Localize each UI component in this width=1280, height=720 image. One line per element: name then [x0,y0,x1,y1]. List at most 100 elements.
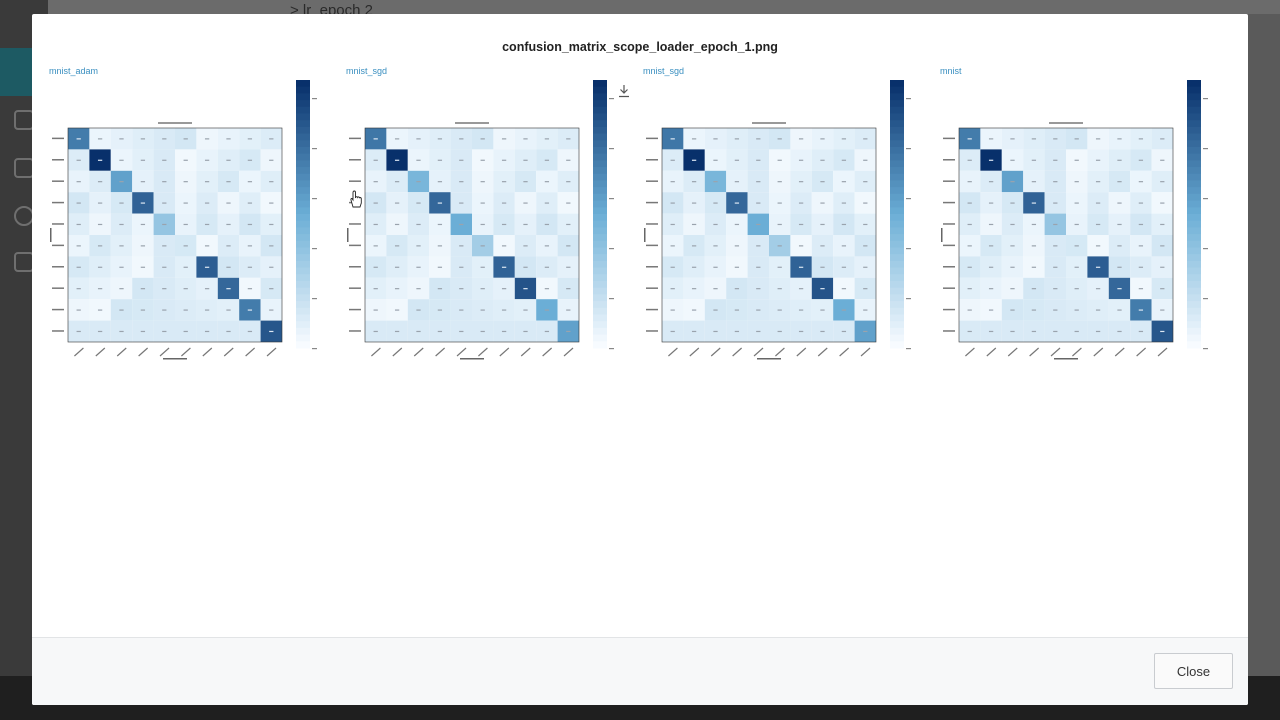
colorbar-tick [609,98,614,100]
cell-value-mark [140,202,146,204]
cell-value-mark [480,330,485,333]
cell-value-mark [76,159,81,161]
download-icon[interactable] [618,84,630,98]
cell-value-mark [480,138,485,140]
colorbar-segment [296,207,310,215]
colorbar-segment [1187,106,1201,114]
image-panel-3[interactable]: mnist_sgd [643,66,915,384]
close-button[interactable]: Close [1154,653,1233,689]
cell-value-mark [967,288,972,290]
colorbar-segment [1187,200,1201,208]
cell-value-mark [756,181,761,183]
row-tick-label [646,180,658,182]
cell-value-mark [1138,288,1144,290]
cell-value-mark [76,288,81,290]
colorbar-tick [609,148,614,150]
colorbar-segment [1187,321,1201,329]
cell-value-mark [204,223,210,226]
panel-label[interactable]: mnist_adam [49,66,98,76]
colorbar-segment [890,274,904,282]
cell-value-mark [480,245,485,247]
cell-value-mark [713,138,718,140]
cell-value-mark [798,202,804,204]
colorbar-segment [890,341,904,349]
colorbar-tick [312,298,317,300]
cell-value-mark [1074,266,1079,268]
cell-value-mark [566,202,571,204]
cell-value-mark [140,288,146,290]
cell-value-mark [97,330,103,333]
cell-value-mark [777,202,782,204]
cell-value-mark [459,288,464,290]
cell-value-mark [1010,245,1015,247]
cell-value-mark [459,181,464,183]
colorbar-segment [296,153,310,161]
colorbar-segment [296,214,310,222]
cell-value-mark [501,288,507,290]
x-axis-label [757,358,781,360]
cell-value-mark [162,202,167,204]
cell-value-mark [226,181,231,183]
cell-value-mark [204,159,210,161]
cell-value-mark [967,266,972,268]
cell-value-mark [119,330,124,333]
colorbar-segment [296,200,310,208]
panel-label[interactable]: mnist_sgd [643,66,684,76]
colorbar-segment [890,113,904,121]
cell-value-mark [416,159,421,161]
cell-value-mark [798,245,804,247]
cell-value-mark [119,223,124,226]
row-tick-label [349,287,361,289]
cell-value-mark [204,309,210,311]
clipboard-icon [14,158,34,178]
cell-value-mark [204,138,210,140]
cell-value-mark [1138,245,1144,247]
cell-value-mark [1117,309,1122,311]
cell-value-mark [967,181,972,183]
cell-value-mark [523,202,528,204]
colorbar-segment [890,93,904,101]
cell-value-mark [459,266,464,268]
colorbar-segment [296,86,310,94]
colorbar-segment [593,147,607,155]
cell-value-mark [269,288,274,290]
image-panel-4[interactable]: mnist [940,66,1212,384]
colorbar-segment [1187,173,1201,181]
image-panel-2[interactable]: mnist_sgd [346,66,618,384]
cell-value-mark [1160,266,1165,268]
cell-value-mark [713,330,718,333]
cell-value-mark [820,288,825,290]
colorbar-segment [593,260,607,269]
cell-value-mark [670,309,675,311]
image-panels: mnist_adam mnist_sgd mnist_sgd mnist [49,66,1248,386]
colorbar-segment [296,160,310,168]
cell-value-mark [713,202,718,204]
cell-value-mark [820,223,825,226]
cell-value-mark [777,245,782,247]
cell-value-mark [204,181,210,183]
cell-value-mark [734,245,740,247]
cell-value-mark [1095,138,1101,140]
colorbar-tick [906,348,911,350]
panel-label[interactable]: mnist [940,66,962,76]
cell-value-mark [523,223,528,226]
panel-label[interactable]: mnist_sgd [346,66,387,76]
cell-value-mark [863,288,868,290]
colorbar-tick [906,98,911,100]
cell-value-mark [183,181,188,183]
y-axis-label [941,228,943,242]
cell-value-mark [247,309,253,311]
cell-value-mark [269,223,274,226]
cell-value-mark [480,309,485,311]
colorbar-segment [890,327,904,336]
cell-value-mark [140,245,146,247]
colorbar-segment [296,301,310,309]
cell-value-mark [1053,223,1058,226]
colorbar-segment [1187,113,1201,121]
image-panel-1[interactable]: mnist_adam [49,66,321,384]
colorbar-segment [1187,287,1201,295]
colorbar-segment [890,133,904,141]
cell-value-mark [566,309,571,311]
colorbar-segment [1187,180,1201,188]
colorbar-segment [1187,126,1201,135]
